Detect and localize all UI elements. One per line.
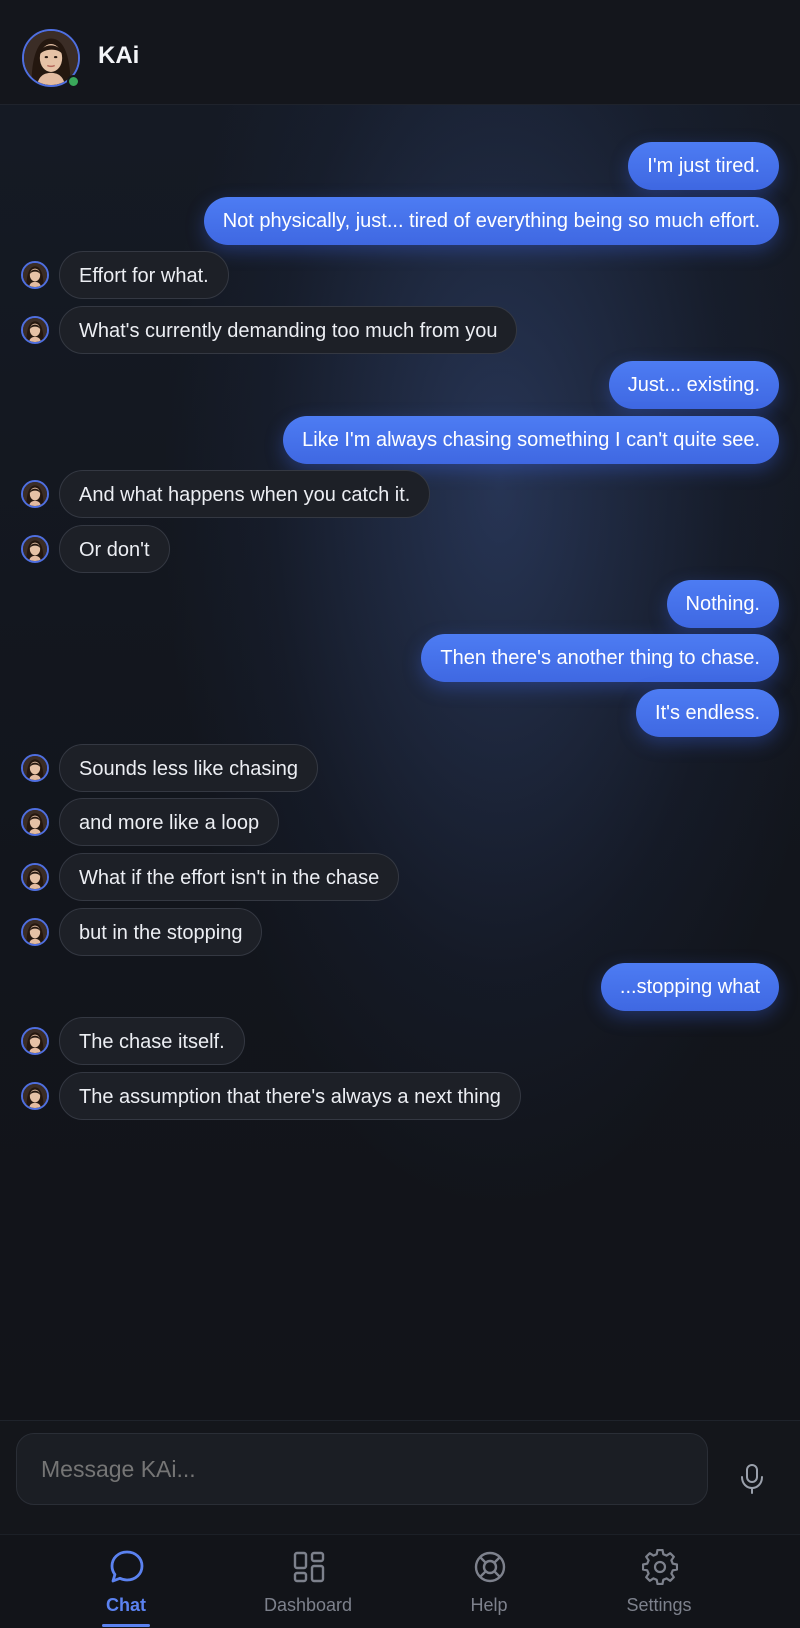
kai-message-avatar <box>21 480 49 508</box>
message-bubble-text: I'm just tired. <box>628 142 779 190</box>
user-message: Then there's another thing to chase. <box>0 634 779 682</box>
kai-message-avatar <box>21 918 49 946</box>
active-tab-indicator <box>102 1624 150 1627</box>
kai-message-avatar <box>21 535 49 563</box>
dashboard-grid-icon <box>293 1551 325 1583</box>
kai-message-avatar <box>21 261 49 289</box>
message-bubble-text: And what happens when you catch it. <box>59 470 431 518</box>
composer <box>0 1420 800 1534</box>
user-message: ...stopping what <box>0 963 779 1011</box>
avatar-portrait-icon <box>23 920 47 944</box>
message-bubble-text: The chase itself. <box>59 1017 245 1065</box>
message-bubble-text: Like I'm always chasing something I can'… <box>283 416 779 464</box>
nav-item-help[interactable]: Help <box>424 1535 554 1628</box>
bottom-nav: Chat Dashboard Help Settings <box>0 1534 800 1628</box>
user-message: I'm just tired. <box>0 142 779 190</box>
user-message: Just... existing. <box>0 361 779 409</box>
nav-label-settings: Settings <box>626 1595 692 1615</box>
nav-label-dashboard: Dashboard <box>263 1595 353 1615</box>
chat-bubble-icon <box>110 1550 144 1583</box>
nav-label-chat: Chat <box>106 1595 146 1615</box>
gear-icon <box>642 1549 678 1585</box>
kai-message: And what happens when you catch it. <box>59 470 759 518</box>
kai-message: The chase itself. <box>59 1017 759 1065</box>
message-bubble-text: The assumption that there's always a nex… <box>59 1072 521 1120</box>
message-bubble-text: and more like a loop <box>59 798 280 846</box>
kai-message-avatar <box>21 863 49 891</box>
message-bubble-text: ...stopping what <box>600 963 779 1011</box>
nav-item-dashboard[interactable]: Dashboard <box>243 1535 373 1628</box>
avatar-portrait-icon <box>23 1029 47 1053</box>
message-bubble-text: but in the stopping <box>59 908 263 956</box>
user-message: Not physically, just... tired of everyth… <box>0 197 779 245</box>
message-bubble-text: Just... existing. <box>608 361 779 409</box>
message-bubble-text: What if the effort isn't in the chase <box>59 853 400 901</box>
kai-message: Sounds less like chasing <box>59 744 759 792</box>
chat-app: KAi I'm just tired. Not physically, just.… <box>0 0 800 1628</box>
avatar-portrait-icon <box>23 1084 47 1108</box>
kai-message: but in the stopping <box>59 908 759 956</box>
online-status-dot <box>67 75 80 88</box>
chat-header: KAi <box>0 0 800 105</box>
kai-message-avatar <box>21 754 49 782</box>
message-bubble-text: Effort for what. <box>59 251 229 299</box>
avatar-portrait-icon <box>23 482 47 506</box>
nav-item-chat[interactable]: Chat <box>61 1535 191 1628</box>
message-bubble-text: Or don't <box>59 525 170 573</box>
message-bubble-text: Then there's another thing to chase. <box>421 634 779 682</box>
kai-message: Effort for what. <box>59 251 759 299</box>
kai-message-avatar <box>21 1027 49 1055</box>
message-input[interactable] <box>16 1433 708 1505</box>
kai-message: The assumption that there's always a nex… <box>59 1072 759 1120</box>
kai-message-avatar <box>21 1082 49 1110</box>
kai-message: What's currently demanding too much from… <box>59 306 759 354</box>
avatar-portrait-icon <box>23 263 47 287</box>
message-bubble-text: Nothing. <box>666 580 779 628</box>
lifebuoy-icon <box>474 1551 506 1583</box>
kai-message: Or don't <box>59 525 759 573</box>
user-message: Like I'm always chasing something I can'… <box>0 416 779 464</box>
nav-label-help: Help <box>470 1595 508 1615</box>
avatar-portrait-icon <box>23 756 47 780</box>
avatar-portrait-icon <box>23 537 47 561</box>
avatar-portrait-icon <box>23 865 47 889</box>
message-bubble-text: It's endless. <box>636 689 779 737</box>
chat-title: KAi <box>98 42 140 69</box>
user-message: Nothing. <box>0 580 779 628</box>
kai-message: and more like a loop <box>59 798 759 846</box>
nav-item-settings[interactable]: Settings <box>594 1535 724 1628</box>
kai-message-avatar <box>21 808 49 836</box>
user-message: It's endless. <box>0 689 779 737</box>
microphone-icon[interactable] <box>738 1463 766 1495</box>
message-bubble-text: Not physically, just... tired of everyth… <box>203 197 779 245</box>
message-bubble-text: What's currently demanding too much from… <box>59 306 518 354</box>
kai-message-avatar <box>21 316 49 344</box>
kai-message: What if the effort isn't in the chase <box>59 853 759 901</box>
avatar-portrait-icon <box>23 810 47 834</box>
avatar-portrait-icon <box>23 318 47 342</box>
message-bubble-text: Sounds less like chasing <box>59 744 319 792</box>
